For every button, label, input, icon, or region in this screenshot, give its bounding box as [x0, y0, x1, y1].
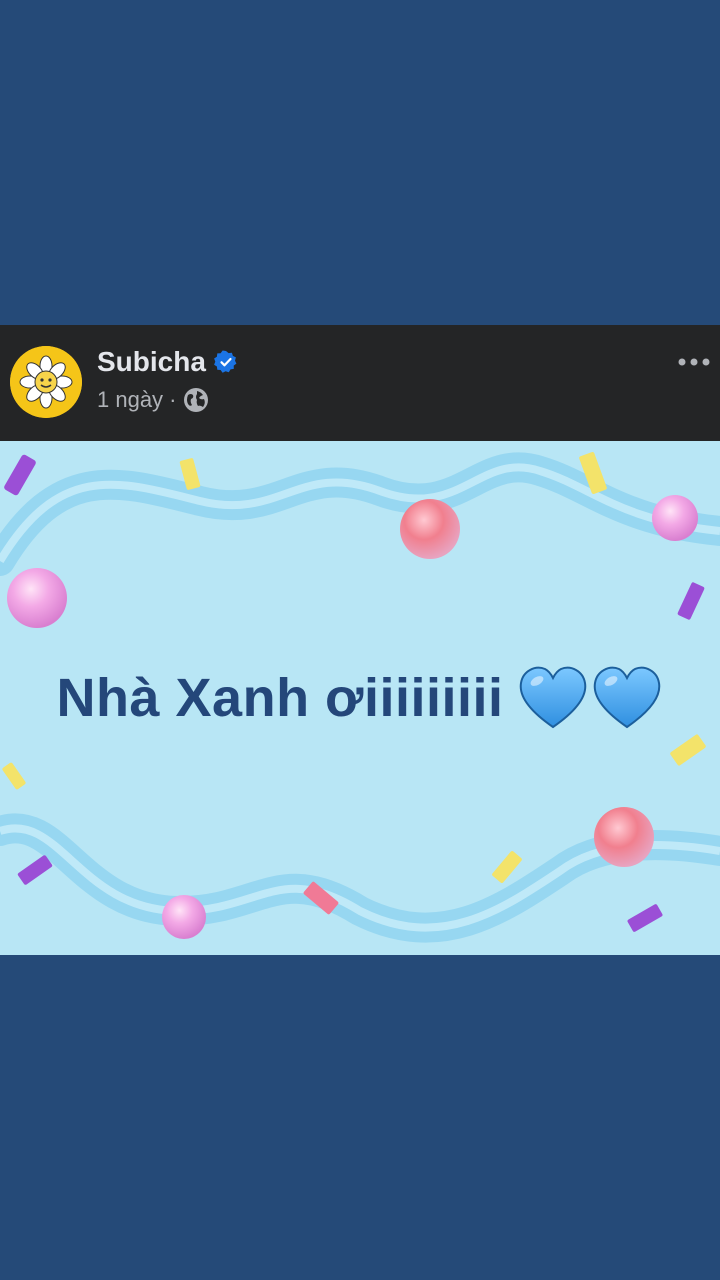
blue-heart-icon — [594, 666, 661, 729]
author-line: Subicha — [97, 345, 238, 379]
blue-heart-icon — [520, 666, 587, 729]
post-header: Subicha 1 ngày · — [0, 325, 720, 441]
post-time[interactable]: 1 ngày — [97, 385, 163, 415]
globe-icon[interactable] — [182, 386, 210, 414]
author-name[interactable]: Subicha — [97, 345, 206, 379]
daisy-avatar-icon — [10, 346, 82, 418]
media-caption: Nhà Xanh ơiiiiiiiii — [56, 668, 504, 728]
hearts-group — [517, 665, 663, 731]
more-options-icon — [678, 358, 710, 366]
author-avatar[interactable] — [10, 346, 82, 418]
post-media-image[interactable]: Nhà Xanh ơiiiiiiiii — [0, 441, 720, 955]
page: Subicha 1 ngày · Nhà Xanh ơiiiiiiiii — [0, 0, 720, 1280]
post-meta: 1 ngày · — [97, 385, 210, 415]
verified-badge-icon — [214, 350, 238, 374]
media-caption-line: Nhà Xanh ơiiiiiiiii — [0, 663, 720, 733]
more-options-button[interactable] — [674, 347, 714, 377]
meta-separator: · — [169, 387, 177, 412]
